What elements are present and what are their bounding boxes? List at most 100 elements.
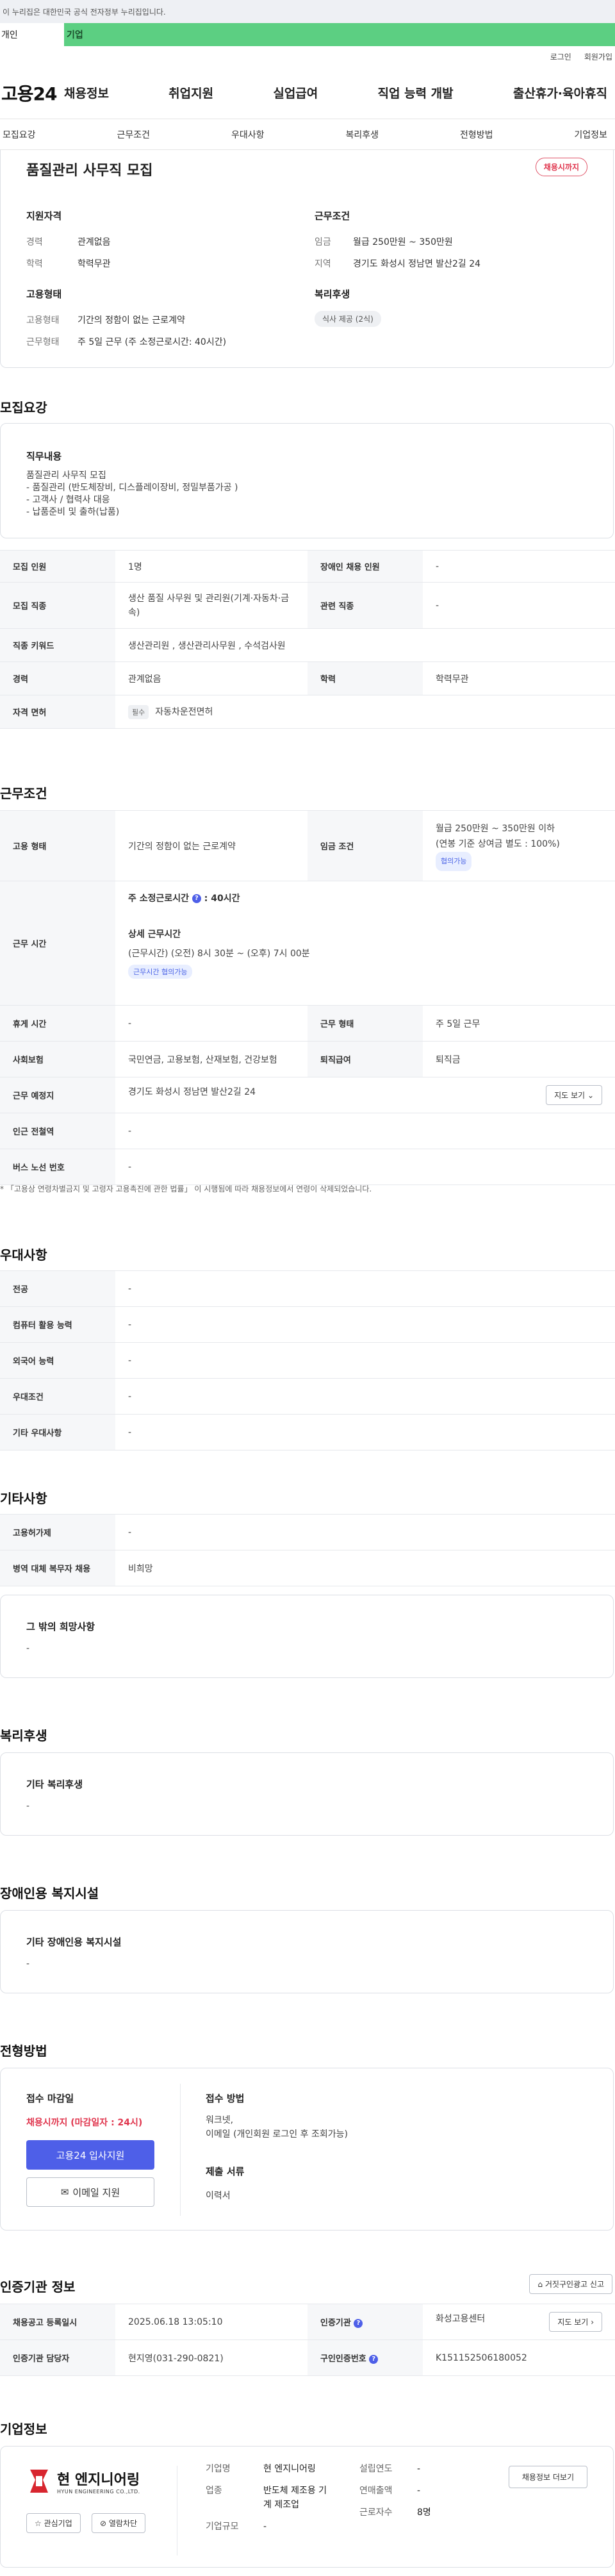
org-name: 화성고용센터 — [436, 2314, 486, 2324]
favorite-company-button[interactable]: ☆ 관심기업 — [26, 2513, 81, 2533]
duty-line: - 고객사 / 협력사 대응 — [26, 495, 110, 505]
place-address: 경기도 화성시 정남면 발산2길 24 — [128, 1087, 256, 1097]
wish-value: - — [26, 1643, 30, 1654]
subnav-preference[interactable]: 우대사항 — [231, 128, 265, 141]
wish-box: 그 밖의 희망사항 - — [0, 1595, 614, 1678]
gnb-item-employment-support[interactable]: 취업지원 — [168, 84, 213, 101]
gnb-item-jobs[interactable]: 채용정보 — [64, 84, 109, 101]
language-label: 외국어 능력 — [0, 1342, 115, 1379]
agency-map-button[interactable]: 지도 보기 › — [549, 2312, 602, 2332]
education-value: 학력무관 — [423, 661, 615, 695]
join-link[interactable]: 회원가입 — [584, 51, 612, 62]
subnav-conditions[interactable]: 근무조건 — [117, 128, 150, 141]
site-logo[interactable]: 고용24 — [0, 80, 64, 106]
tab-person[interactable]: 개인 — [0, 23, 64, 46]
welfare-value: - — [26, 1801, 30, 1811]
welfare-chip: 식사 제공 (2식) — [315, 311, 381, 327]
duty-line: - 납품준비 및 출하(납품) — [26, 507, 120, 517]
duty-heading: 직무내용 — [26, 451, 62, 462]
org-label-text: 인증기관 — [320, 2318, 351, 2328]
break-value: - — [115, 1005, 308, 1042]
education-value: 학력무관 — [78, 259, 111, 269]
subnav-process[interactable]: 전형방법 — [460, 128, 493, 141]
subnav-recruit[interactable]: 모집요강 — [3, 128, 36, 141]
table-row: 휴게 시간 - 근무 형태 주 5일 근무 — [0, 1005, 615, 1042]
license-name: 자동차운전면허 — [155, 706, 213, 717]
emptype-value: 기간의 정함이 없는 근로계약 — [78, 315, 185, 326]
subnav-company[interactable]: 기업정보 — [574, 128, 607, 141]
company-logo: 현 엔지니어링 HYUN ENGINEERING CO.,LTD. — [26, 2467, 140, 2495]
agency-section-title: 인증기관 정보 — [0, 2279, 76, 2295]
table-row: 경력 관계없음 학력 학력무관 — [0, 661, 615, 695]
deadline-value: 채용시까지 (마감일자 : 24시) — [26, 2118, 143, 2128]
other-table: 고용허가제 - 병역 대체 복무자 채용 비희망 — [0, 1514, 615, 1586]
help-icon[interactable]: ? — [369, 2354, 379, 2364]
report-fake-ad-button[interactable]: ⌂ 거짓구인광고 신고 — [529, 2274, 612, 2294]
apply-button[interactable]: 고용24 입사지원 — [26, 2140, 154, 2170]
emptype-label: 고용형태 — [26, 315, 60, 326]
email-apply-button[interactable]: ✉ 이메일 지원 — [26, 2177, 154, 2207]
founded-label: 설립연도 — [359, 2464, 393, 2474]
recruit-section-title: 모집요강 — [0, 400, 47, 415]
docs-value: 이력서 — [206, 2191, 231, 2201]
region-value: 경기도 화성시 정남면 발산2길 24 — [353, 259, 481, 269]
negotiable-badge: 협의가능 — [436, 851, 472, 871]
computer-label: 컴퓨터 활용 능력 — [0, 1306, 115, 1343]
accessibility-box: 기타 장애인용 복지시설 - — [0, 1910, 614, 1993]
table-row: 직종 키워드 생산관리원 , 생산관리사무원 , 수석검사원 — [0, 628, 615, 662]
table-row: 자격 면허 필수 자동차운전면허 — [0, 695, 615, 729]
gnb-item-unemployment-benefit[interactable]: 실업급여 — [273, 84, 318, 101]
org-value: 화성고용센터 지도 보기 › — [423, 2304, 615, 2340]
workform-row: 근무형태 주 5일 근무 (주 소정근로시간: 40시간) — [26, 335, 308, 348]
gnb-item-vocational-training[interactable]: 직업 능력 개발 — [378, 84, 454, 101]
table-row: 근무 시간 주 소정근로시간 ? : 40시간 상세 근무시간 (근무시간) (… — [0, 881, 615, 1006]
job-value-line: 생산 품질 사무원 및 관리원(기계·자동차·금 — [128, 593, 290, 604]
help-icon[interactable]: ? — [354, 2318, 363, 2328]
gnb-item-parental-leave[interactable]: 출산휴가·육아휴직 — [513, 84, 607, 101]
region-row: 지역 경기도 화성시 정남면 발산2길 24 — [315, 257, 596, 270]
map-button[interactable]: 지도 보기 ⌄ — [546, 1085, 602, 1105]
gnb-menu: 채용정보 취업지원 실업급여 직업 능력 개발 출산휴가·육아휴직 — [64, 84, 615, 101]
severance-value: 퇴직금 — [423, 1041, 615, 1077]
agency-map-label: 지도 보기 — [557, 2318, 589, 2327]
employment-block: 고용형태 고용형태 기간의 정함이 없는 근로계약 근무형태 주 5일 근무 (주 … — [26, 287, 308, 348]
duty-box: 직무내용 품질관리 사무직 모집 - 품질관리 (반도체장비, 디스플레이장비,… — [0, 423, 614, 538]
company-logo-mark-icon — [30, 2470, 48, 2493]
bus-value: - — [115, 1149, 615, 1185]
career-label: 경력 — [26, 237, 43, 247]
company-size-value: - — [263, 2522, 267, 2532]
duty-content: 품질관리 사무직 모집 - 품질관리 (반도체장비, 디스플레이장비, 정밀부품… — [26, 470, 238, 519]
block-view-button[interactable]: ⊘ 열람차단 — [92, 2513, 146, 2533]
bus-label: 버스 노선 번호 — [0, 1149, 115, 1185]
permit-value: - — [115, 1514, 615, 1550]
keyword-label: 직종 키워드 — [0, 628, 115, 662]
conditions-section-title: 근무조건 — [0, 786, 47, 801]
preference-table: 전공 - 컴퓨터 활용 능력 - 외국어 능력 - 우대조건 - 기타 우대사항 - — [0, 1270, 615, 1450]
language-value: - — [115, 1342, 615, 1379]
other-section-title: 기타사항 — [0, 1491, 47, 1506]
pref-cond-value: - — [115, 1378, 615, 1415]
company-name-label: 기업명 — [206, 2464, 231, 2474]
table-row: 모집 직종 생산 품질 사무원 및 관리원(기계·자동차·금 속) 관련 직종 - — [0, 582, 615, 629]
login-link[interactable]: 로그인 — [550, 51, 571, 62]
age-discrimination-note: * 「고용상 연령차별금지 및 고령자 고용촉진에 관한 법률」 이 시행됨에 … — [0, 1184, 372, 1193]
military-label: 병역 대체 복무자 채용 — [0, 1550, 115, 1586]
company-box: 현 엔지니어링 HYUN ENGINEERING CO.,LTD. ☆ 관심기업… — [0, 2446, 614, 2568]
help-icon[interactable]: ? — [192, 894, 201, 903]
table-row: 근무 예정지 경기도 화성시 정남면 발산2길 24 지도 보기 ⌄ — [0, 1077, 615, 1113]
hours-negotiable-badge: 근무시간 협의가능 — [128, 965, 193, 979]
table-row: 고용 형태 기간의 정함이 없는 근로계약 임금 조건 월급 250만원 ~ 3… — [0, 810, 615, 881]
career-label: 경력 — [0, 661, 115, 695]
license-label: 자격 면허 — [0, 695, 115, 729]
education-row: 학력 학력무관 — [26, 257, 283, 270]
report-fake-ad-label: 거짓구인광고 신고 — [545, 2280, 604, 2289]
deadline-heading: 접수 마감일 — [26, 2093, 74, 2104]
tab-biz[interactable]: 기업 — [64, 23, 615, 46]
welfare-section-title: 복리후생 — [0, 1728, 47, 1743]
accessibility-value: - — [26, 1959, 30, 1969]
detail-hours-value: (근무시간) (오전) 8시 30분 ~ (오후) 7시 00분 — [128, 949, 310, 959]
sales-label: 연매출액 — [359, 2486, 393, 2496]
subnav-welfare[interactable]: 복리후생 — [345, 128, 379, 141]
table-row: 버스 노선 번호 - — [0, 1149, 615, 1185]
more-jobs-button[interactable]: 채용정보 더보기 — [508, 2466, 587, 2488]
